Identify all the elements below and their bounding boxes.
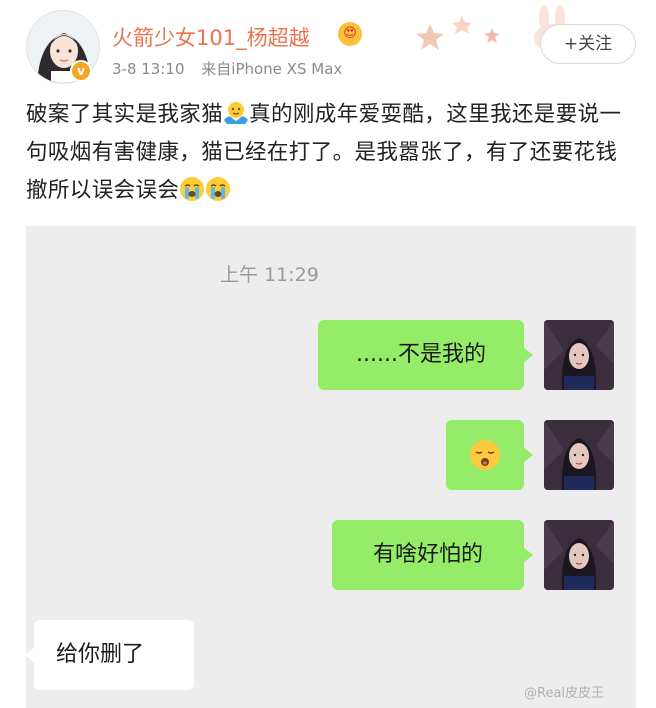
chat-message-text: 有啥好怕的 [372,542,483,567]
chat-bubble-mine [446,420,533,490]
chat-screenshot: 上午 11:29 ......不是我的 有啥好怕的 给你删了 [26,226,636,708]
chat-avatar[interactable] [544,420,614,490]
weibo-watermark: @Real皮皮王 [524,686,605,701]
author-username[interactable]: 火箭少女101_杨超越 [112,22,310,52]
vip-badge-icon: 😍 [338,22,362,46]
post-time: 3-8 13:10 [112,60,185,78]
post-text-part-1: 破案了其实是我家猫 [26,102,224,127]
chat-bubble-mine: 有啥好怕的 [332,520,533,590]
chat-timestamp: 上午 11:29 [220,264,319,286]
shrug-emoji-icon [224,102,249,124]
chat-bubble-other: 给你删了 [26,620,194,690]
post-header: v 火箭少女101_杨超越 😍 3-8 13:10 来自iPhone XS Ma… [0,0,656,90]
post-body: 破案了其实是我家猫 真的刚成年爱耍酷，这里我还是要说一句吸烟有害健康，猫已经在打… [26,96,638,210]
post-meta: 3-8 13:10 来自iPhone XS Max [112,58,342,79]
sleeping-face-icon [470,440,500,470]
chat-avatar[interactable] [544,520,614,590]
crying-face-icon [206,177,231,201]
chat-message-text: 给你删了 [56,642,145,667]
post-source: 来自iPhone XS Max [201,60,343,78]
follow-button[interactable]: +关注 [540,24,636,64]
chat-bubble-mine: ......不是我的 [318,320,533,390]
crying-face-icon [180,177,205,201]
verified-badge-icon: v [70,60,92,82]
chat-avatar[interactable] [544,320,614,390]
chat-message-text: ......不是我的 [356,342,486,367]
